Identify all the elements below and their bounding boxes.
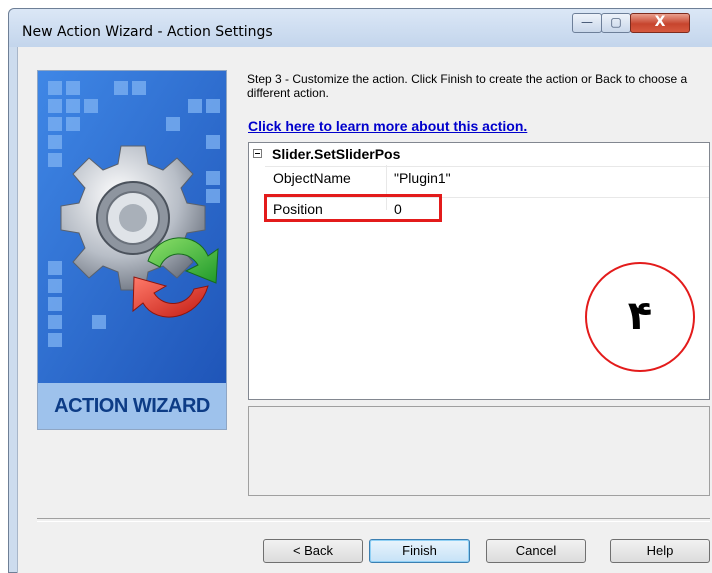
annotation-highlight-box: [264, 194, 442, 222]
maximize-icon: ▢: [610, 15, 622, 29]
step-instructions: Step 3 - Customize the action. Click Fin…: [247, 72, 688, 100]
property-category-label: Slider.SetSliderPos: [272, 146, 401, 162]
cancel-button[interactable]: Cancel: [486, 539, 586, 563]
close-button[interactable]: X: [630, 13, 690, 33]
finish-button[interactable]: Finish: [369, 539, 470, 563]
property-value[interactable]: "Plugin1": [394, 170, 451, 186]
minimize-button[interactable]: —: [572, 13, 602, 33]
window-title: New Action Wizard - Action Settings: [22, 24, 273, 40]
back-button[interactable]: < Back: [263, 539, 363, 563]
collapse-icon[interactable]: [253, 149, 262, 158]
maximize-button[interactable]: ▢: [601, 13, 631, 33]
help-button[interactable]: Help: [610, 539, 710, 563]
annotation-number: ۴: [627, 293, 653, 339]
learn-more-link[interactable]: Click here to learn more about this acti…: [248, 118, 527, 134]
gear-with-arrows-icon: [38, 71, 226, 383]
description-pane: [248, 406, 710, 496]
minimize-icon: —: [581, 15, 593, 29]
property-name: ObjectName: [273, 170, 351, 186]
property-row-objectname[interactable]: ObjectName "Plugin1": [265, 166, 709, 188]
wizard-banner: ACTION WIZARD: [37, 70, 227, 430]
close-icon: X: [654, 14, 666, 30]
button-separator: [37, 518, 710, 522]
wizard-banner-label: ACTION WIZARD: [38, 383, 226, 429]
